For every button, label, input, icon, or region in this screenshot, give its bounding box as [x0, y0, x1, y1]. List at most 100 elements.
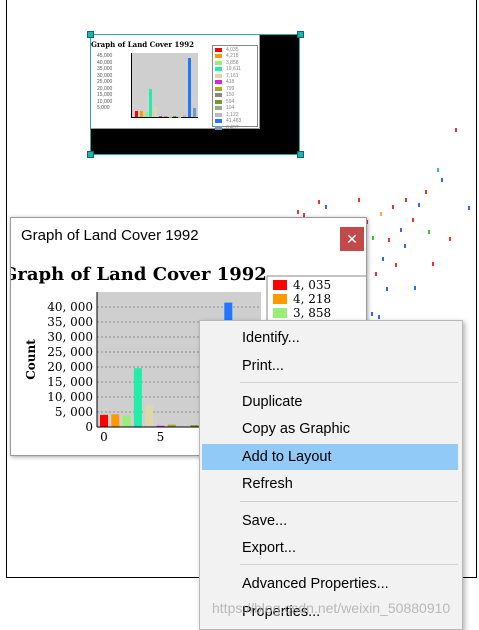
map-dot	[418, 203, 420, 207]
bar	[100, 414, 108, 427]
map-dot	[392, 205, 394, 209]
menu-separator	[240, 501, 458, 502]
watermark: https://blog.csdn.net/weixin_50880910	[212, 600, 451, 616]
map-dot	[414, 286, 416, 290]
thumb-legend-item: 7,161	[215, 73, 255, 79]
y-tick-label: 0	[85, 420, 93, 434]
bar	[122, 415, 131, 427]
thumb-y-tick: 25,000	[97, 79, 113, 85]
map-dot	[375, 272, 377, 276]
y-tick-label: 5, 000	[55, 405, 93, 419]
thumb-bar	[139, 111, 143, 117]
y-tick-label: 20, 000	[47, 360, 93, 374]
thumb-legend-item: 4,035	[215, 47, 255, 53]
legend-label: 4, 035	[293, 278, 331, 292]
thumb-legend-item: 799	[215, 86, 255, 92]
thumb-legend-item: 6,457	[215, 125, 255, 131]
menu-item-refresh[interactable]: Refresh	[202, 471, 458, 497]
thumb-bar	[149, 89, 153, 117]
map-dot	[437, 168, 439, 172]
selection-handle-top-left[interactable]	[87, 31, 94, 38]
thumb-y-tick: 15,000	[97, 92, 113, 98]
legend-swatch	[273, 294, 287, 304]
y-tick-label: 25, 000	[47, 345, 93, 359]
map-dot	[428, 230, 430, 234]
menu-separator	[240, 382, 458, 383]
thumb-bar	[135, 111, 138, 117]
menu-item-export[interactable]: Export...	[202, 535, 458, 561]
selection-handle-top-right[interactable]	[297, 31, 304, 38]
menu-item-save[interactable]: Save...	[202, 508, 458, 534]
thumb-legend-item: 19,611	[215, 66, 255, 72]
menu-item-copy-as-graphic[interactable]: Copy as Graphic	[202, 416, 458, 442]
x-tick-label: 5	[157, 430, 165, 444]
menu-item-identify[interactable]: Identify...	[202, 325, 458, 351]
thumb-legend-item: 150	[215, 92, 255, 98]
thumb-bar	[173, 116, 177, 117]
thumb-legend-item: 594	[215, 99, 255, 105]
selection-handle-bottom-right[interactable]	[297, 151, 304, 158]
legend-swatch	[273, 308, 287, 318]
layout-graph-yticks: 45,000 40,000 35,000 30,000 25,000 20,000 15,0…	[97, 53, 112, 112]
layout-graph-title: Graph of Land Cover 1992	[91, 40, 194, 49]
legend-label: 4, 218	[293, 292, 331, 306]
context-menu: Identify... Print... Duplicate Copy as G…	[199, 320, 463, 630]
y-tick-label: 40, 000	[47, 300, 93, 314]
thumb-legend-item: 4,218	[215, 53, 255, 59]
bar	[145, 405, 154, 427]
map-dot	[371, 312, 373, 316]
thumb-bar	[183, 115, 186, 117]
legend-label: 3, 858	[293, 306, 331, 320]
bar	[111, 414, 120, 427]
menu-item-duplicate[interactable]: Duplicate	[202, 389, 458, 415]
thumb-bar	[144, 111, 148, 117]
thumb-y-tick: 5,000	[97, 105, 110, 111]
close-icon[interactable]: ✕	[340, 227, 364, 251]
layout-graph-plot	[131, 53, 198, 118]
x-tick-label: 0	[100, 430, 108, 444]
map-dot	[325, 205, 327, 209]
thumb-bar	[187, 58, 191, 117]
map-dot	[318, 200, 320, 204]
map-dot	[432, 262, 434, 266]
map-dot	[412, 218, 414, 222]
menu-item-print[interactable]: Print...	[202, 353, 458, 379]
map-dot	[388, 238, 390, 242]
thumb-bar	[192, 107, 196, 117]
thumb-bar	[154, 106, 158, 117]
map-dot	[297, 210, 299, 214]
thumb-legend-item: 41,463	[215, 118, 255, 124]
map-dot	[380, 212, 382, 216]
thumb-y-tick: 45,000	[97, 53, 113, 59]
bar	[133, 368, 142, 427]
map-dot	[405, 198, 407, 202]
menu-item-advanced-properties[interactable]: Advanced Properties...	[202, 571, 458, 597]
map-dot	[400, 228, 402, 232]
menu-separator	[240, 564, 458, 565]
map-dot	[455, 128, 457, 132]
layout-graph-legend: 4,035 4,218 3,858 19,611 7,161 418 799 150 594 10…	[212, 45, 258, 131]
map-dot	[358, 198, 360, 202]
y-tick-label: 15, 000	[47, 375, 93, 389]
map-dot	[382, 257, 384, 261]
menu-item-add-to-layout[interactable]: Add to Layout	[202, 444, 458, 470]
y-tick-label: 35, 000	[47, 315, 93, 329]
legend-swatch	[273, 280, 287, 290]
map-dot	[372, 236, 374, 240]
map-dot	[441, 178, 443, 182]
y-tick-label: 30, 000	[47, 330, 93, 344]
layout-graph-frame: Graph of Land Cover 1992 45,000 40,000 35,…	[91, 35, 260, 131]
selection-handle-bottom-left[interactable]	[87, 151, 94, 158]
thumb-legend-item: 3,858	[215, 60, 255, 66]
thumb-legend-item: 104	[215, 105, 255, 111]
map-dot	[449, 237, 451, 241]
thumb-y-tick: 35,000	[97, 66, 113, 72]
map-dot	[378, 315, 380, 319]
map-dot	[404, 244, 406, 248]
map-dot	[425, 190, 427, 194]
graph-window-title: Graph of Land Cover 1992	[21, 227, 199, 244]
thumb-legend-item: 418	[215, 79, 255, 85]
thumb-bar	[159, 116, 162, 117]
layout-graph-graphic[interactable]: Graph of Land Cover 1992 45,000 40,000 35,…	[90, 34, 300, 155]
map-dot	[395, 263, 397, 267]
